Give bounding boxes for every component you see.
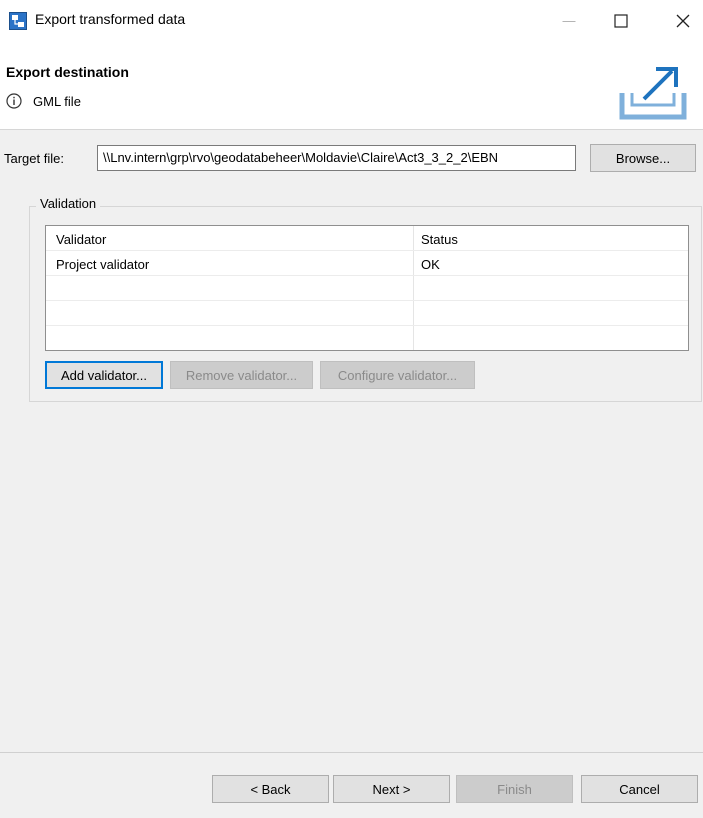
column-header-status[interactable]: Status [421, 232, 458, 247]
table-row [46, 301, 688, 326]
target-file-input[interactable]: \\Lnv.intern\grp\rvo\geodatabeheer\Molda… [97, 145, 576, 171]
header-message: GML file [33, 94, 81, 109]
back-button[interactable]: < Back [212, 775, 329, 803]
table-row [46, 326, 688, 350]
close-button[interactable] [660, 0, 703, 41]
window-title: Export transformed data [35, 11, 186, 27]
close-icon [676, 14, 690, 27]
add-validator-button[interactable]: Add validator... [45, 361, 163, 389]
wizard-header: Export destination GML file [0, 41, 703, 130]
validator-table[interactable]: Validator Status Project validator OK [45, 225, 689, 351]
column-header-validator[interactable]: Validator [56, 232, 106, 247]
maximize-icon [614, 13, 628, 28]
next-button[interactable]: Next > [333, 775, 450, 803]
minimize-button[interactable]: — [546, 0, 592, 41]
maximize-button[interactable] [598, 0, 644, 41]
target-file-label: Target file: [4, 151, 64, 166]
validator-cell: Project validator [56, 257, 150, 272]
table-row [46, 276, 688, 301]
footer-separator [0, 752, 703, 753]
app-icon [9, 12, 27, 30]
finish-button[interactable]: Finish [456, 775, 573, 803]
export-icon [619, 67, 687, 120]
status-cell: OK [421, 257, 440, 272]
table-row[interactable]: Project validator OK [46, 251, 688, 276]
browse-button[interactable]: Browse... [590, 144, 696, 172]
title-bar: Export transformed data — [0, 0, 703, 42]
configure-validator-button[interactable]: Configure validator... [320, 361, 475, 389]
page-title: Export destination [6, 64, 129, 80]
table-header-row: Validator Status [46, 226, 688, 251]
cancel-button[interactable]: Cancel [581, 775, 698, 803]
validation-legend: Validation [36, 196, 101, 211]
remove-validator-button[interactable]: Remove validator... [170, 361, 313, 389]
info-icon [6, 93, 22, 109]
